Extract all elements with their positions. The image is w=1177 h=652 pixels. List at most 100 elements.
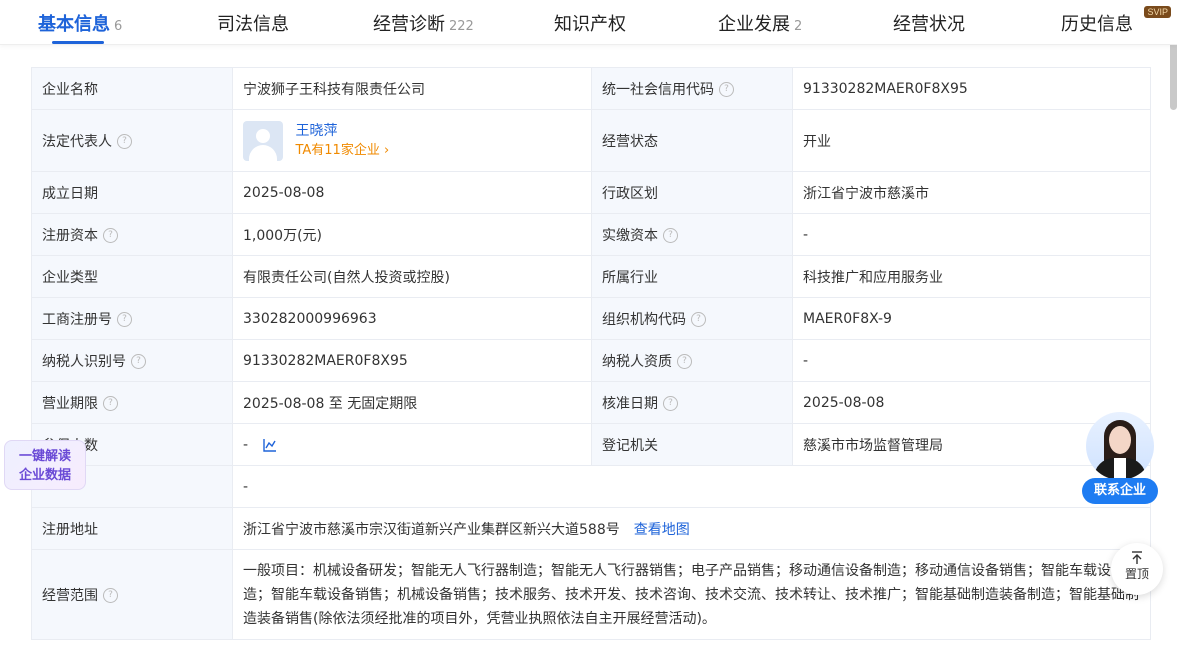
table-row: 企业类型 有限责任公司(自然人投资或控股) 所属行业 科技推广和应用服务业 bbox=[31, 255, 1151, 298]
blank-value: - bbox=[232, 465, 1151, 508]
reg-capital-label: 注册资本? bbox=[31, 213, 233, 256]
label-text: 法定代表人 bbox=[42, 133, 112, 150]
paid-capital-label: 实缴资本? bbox=[591, 213, 793, 256]
help-icon[interactable]: ? bbox=[103, 588, 118, 603]
help-icon[interactable]: ? bbox=[677, 354, 692, 369]
credit-code-label: 统一社会信用代码? bbox=[591, 67, 793, 110]
term-value: 2025-08-08 至 无固定期限 bbox=[232, 381, 592, 424]
insured-value: - bbox=[232, 423, 592, 466]
contact-company-button[interactable]: 联系企业 bbox=[1082, 478, 1158, 504]
help-icon[interactable]: ? bbox=[117, 312, 132, 327]
label-text: 经营范围 bbox=[42, 587, 98, 604]
help-icon[interactable]: ? bbox=[663, 396, 678, 411]
founded-label: 成立日期 bbox=[31, 171, 233, 214]
label-text: 核准日期 bbox=[602, 395, 658, 412]
value-text: 浙江省宁波市慈溪市宗汉街道新兴产业集群区新兴大道588号 bbox=[243, 521, 620, 538]
back-to-top-label: 置顶 bbox=[1124, 567, 1149, 581]
tab-operating-status[interactable]: 经营状况 bbox=[893, 10, 965, 36]
tab-history-info[interactable]: 历史信息 bbox=[1061, 10, 1133, 36]
tab-label: 基本信息 bbox=[38, 14, 110, 35]
avatar[interactable] bbox=[243, 120, 283, 161]
table-row: 企业名称 宁波狮子王科技有限责任公司 统一社会信用代码? 91330282MAE… bbox=[31, 67, 1151, 110]
region-label: 行政区划 bbox=[591, 171, 793, 214]
taxpayer-qual-label: 纳税人资质? bbox=[591, 339, 793, 382]
label-text: 纳税人资质 bbox=[602, 353, 672, 370]
tab-basic-info[interactable]: 基本信息 6 bbox=[38, 10, 122, 36]
scrollbar[interactable] bbox=[1170, 34, 1177, 110]
address-label: 注册地址 bbox=[31, 507, 233, 550]
help-icon[interactable]: ? bbox=[103, 228, 118, 243]
tab-label: 司法信息 bbox=[217, 14, 289, 35]
status-label: 经营状态 bbox=[591, 109, 793, 172]
founded-value: 2025-08-08 bbox=[232, 171, 592, 214]
org-code-value: MAER0F8X-9 bbox=[792, 297, 1151, 340]
ai-card-line1: 一键解读 bbox=[18, 449, 71, 464]
industry-value: 科技推广和应用服务业 bbox=[792, 255, 1151, 298]
tab-count: 6 bbox=[114, 19, 123, 34]
legal-rep-label: 法定代表人? bbox=[31, 109, 233, 172]
ai-card-line2: 企业数据 bbox=[18, 468, 71, 483]
table-row: 注册地址 浙江省宁波市慈溪市宗汉街道新兴产业集群区新兴大道588号 查看地图 bbox=[31, 507, 1151, 550]
help-icon[interactable]: ? bbox=[663, 228, 678, 243]
label-text: 工商注册号 bbox=[42, 311, 112, 328]
paid-capital-value: - bbox=[792, 213, 1151, 256]
label-text: 实缴资本 bbox=[602, 227, 658, 244]
label-text: 纳税人识别号 bbox=[42, 353, 126, 370]
trend-chart-icon[interactable] bbox=[262, 438, 277, 452]
back-to-top-button[interactable]: 置顶 bbox=[1111, 543, 1163, 595]
basic-info-table: 企业名称 宁波狮子王科技有限责任公司 统一社会信用代码? 91330282MAE… bbox=[31, 67, 1151, 640]
taxpayer-id-value: 91330282MAER0F8X95 bbox=[232, 339, 592, 382]
help-icon[interactable]: ? bbox=[719, 82, 734, 97]
table-row: 经营范围? 一般项目：机械设备研发；智能无人飞行器制造；智能无人飞行器销售；电子… bbox=[31, 549, 1151, 640]
tab-label: 经营状况 bbox=[893, 14, 965, 35]
arrow-up-icon bbox=[1132, 551, 1142, 564]
tab-count: 222 bbox=[449, 19, 474, 34]
help-icon[interactable]: ? bbox=[103, 396, 118, 411]
company-name-value: 宁波狮子王科技有限责任公司 bbox=[232, 67, 592, 110]
address-value: 浙江省宁波市慈溪市宗汉街道新兴产业集群区新兴大道588号 查看地图 bbox=[232, 507, 1151, 550]
table-row: 注册资本? 1,000万(元) 实缴资本? - bbox=[31, 213, 1151, 256]
help-icon[interactable]: ? bbox=[691, 312, 706, 327]
company-type-label: 企业类型 bbox=[31, 255, 233, 298]
scope-label: 经营范围? bbox=[31, 549, 233, 640]
ai-interpret-button[interactable]: 一键解读 企业数据 bbox=[4, 440, 86, 490]
tab-business-diagnosis[interactable]: 经营诊断 222 bbox=[373, 10, 474, 36]
tab-label: 经营诊断 bbox=[373, 14, 445, 35]
legal-rep-companies-link[interactable]: TA有11家企业 › bbox=[295, 141, 389, 161]
approval-date-label: 核准日期? bbox=[591, 381, 793, 424]
view-map-link[interactable]: 查看地图 bbox=[634, 522, 690, 538]
tab-bar: 基本信息 6 司法信息 经营诊断 222 知识产权 企业发展 2 经营状况 历史信息 … bbox=[0, 0, 1177, 45]
credit-code-value: 91330282MAER0F8X95 bbox=[792, 67, 1151, 110]
region-value: 浙江省宁波市慈溪市 bbox=[792, 171, 1151, 214]
table-row: 营业期限? 2025-08-08 至 无固定期限 核准日期? 2025-08-0… bbox=[31, 381, 1151, 424]
legal-rep-name-link[interactable]: 王晓萍 bbox=[295, 121, 389, 141]
table-row: 参保人数 - 登记机关 慈溪市市场监督管理局 bbox=[31, 423, 1151, 466]
taxpayer-id-label: 纳税人识别号? bbox=[31, 339, 233, 382]
authority-label: 登记机关 bbox=[591, 423, 793, 466]
legal-rep-value: 王晓萍 TA有11家企业 › bbox=[232, 109, 592, 172]
table-row: 工商注册号? 330282000996963 组织机构代码? MAER0F8X-… bbox=[31, 297, 1151, 340]
tab-development[interactable]: 企业发展 2 bbox=[718, 10, 802, 36]
term-label: 营业期限? bbox=[31, 381, 233, 424]
tab-count: 2 bbox=[794, 19, 803, 34]
label-text: 营业期限 bbox=[42, 395, 98, 412]
help-icon[interactable]: ? bbox=[131, 354, 146, 369]
table-row: 纳税人识别号? 91330282MAER0F8X95 纳税人资质? - bbox=[31, 339, 1151, 382]
help-icon[interactable]: ? bbox=[117, 134, 132, 149]
agent-avatar bbox=[1086, 412, 1154, 480]
taxpayer-qual-value: - bbox=[792, 339, 1151, 382]
tab-label: 企业发展 bbox=[718, 14, 790, 35]
status-value: 开业 bbox=[792, 109, 1151, 172]
active-tab-indicator bbox=[52, 41, 104, 44]
reg-no-label: 工商注册号? bbox=[31, 297, 233, 340]
value-text: - bbox=[243, 436, 249, 453]
label-text: 统一社会信用代码 bbox=[602, 81, 714, 98]
tab-judicial-info[interactable]: 司法信息 bbox=[217, 10, 289, 36]
tab-label: 历史信息 bbox=[1061, 14, 1133, 35]
table-row: 法定代表人? 王晓萍 TA有11家企业 › 经营状态 开业 bbox=[31, 109, 1151, 172]
contact-widget[interactable]: 联系企业 bbox=[1082, 410, 1158, 504]
company-name-label: 企业名称 bbox=[31, 67, 233, 110]
tab-intellectual-property[interactable]: 知识产权 bbox=[554, 10, 626, 36]
reg-capital-value: 1,000万(元) bbox=[232, 213, 592, 256]
svip-badge: SVIP bbox=[1144, 6, 1171, 18]
